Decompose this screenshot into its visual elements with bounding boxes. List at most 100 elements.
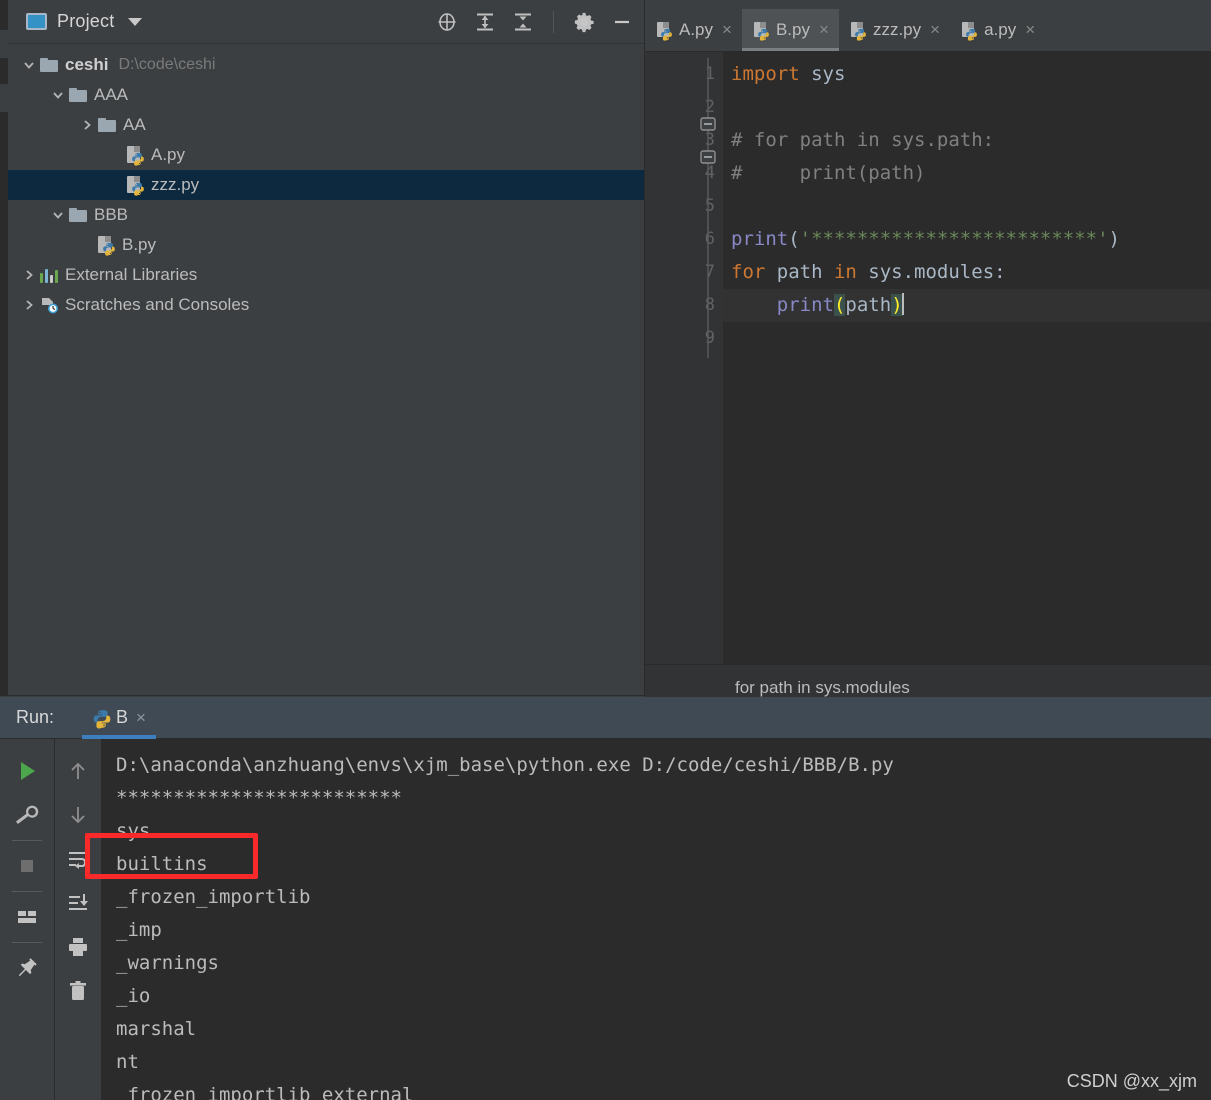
- tree-item-scratches-and-consoles[interactable]: Scratches and Consoles: [8, 290, 644, 320]
- console-line: sys: [116, 820, 151, 842]
- console-line: marshal: [116, 1018, 197, 1040]
- scroll-to-end-button[interactable]: [58, 881, 98, 925]
- chevron-right-icon[interactable]: [18, 294, 40, 316]
- watermark: CSDN @xx_xjm: [1066, 1071, 1197, 1091]
- fold-collapse-icon: [700, 117, 716, 131]
- console-line: _frozen_importlib_external: [116, 1084, 414, 1100]
- python-file-icon: [657, 21, 673, 41]
- console-line: *************************: [116, 787, 402, 809]
- stop-button[interactable]: [7, 844, 47, 888]
- close-icon[interactable]: ×: [1025, 20, 1035, 40]
- tree-item-ceshi[interactable]: ceshi D:\code\ceshi: [8, 50, 644, 80]
- project-window-icon: [26, 13, 47, 30]
- python-file-icon: [127, 145, 145, 166]
- layout-button[interactable]: [7, 895, 47, 939]
- console-line: _io: [116, 985, 151, 1007]
- close-icon[interactable]: ×: [136, 708, 146, 728]
- toolbar-divider: [12, 840, 42, 841]
- editor-area: A.py × B.py × zzz.py × a.py × 1 2 3 4 5 6 7 8 9: [645, 0, 1211, 710]
- run-tab-B[interactable]: B ×: [80, 697, 158, 739]
- left-tool-strip: [0, 0, 8, 696]
- tree-item-bbb[interactable]: BBB: [8, 200, 644, 230]
- editor-tab-A-py[interactable]: A.py ×: [645, 9, 742, 51]
- project-tree[interactable]: ceshi D:\code\ceshi AAA AA A.py zzz.py BBB B.py…: [8, 44, 644, 320]
- editor-tab-B-py[interactable]: B.py ×: [741, 9, 839, 51]
- tree-item-b-py[interactable]: B.py: [8, 230, 644, 260]
- tree-item-label: External Libraries: [65, 265, 198, 284]
- chevron-down-icon[interactable]: [47, 84, 69, 106]
- down-stack-trace-button[interactable]: [58, 793, 98, 837]
- left-strip-notch-bottom: [0, 84, 8, 112]
- editor-tab-label: zzz.py: [872, 20, 922, 39]
- tree-item-a-py[interactable]: A.py: [8, 140, 644, 170]
- clear-all-button[interactable]: [58, 969, 98, 1013]
- tree-item-external-libraries[interactable]: External Libraries: [8, 260, 644, 290]
- code-line: print('*************************'): [731, 228, 1120, 250]
- folder-icon: [40, 58, 58, 72]
- chevron-right-icon[interactable]: [76, 114, 98, 136]
- console-line-highlighted: builtins: [116, 853, 208, 875]
- console-line: D:\anaconda\anzhuang\envs\xjm_base\pytho…: [116, 754, 894, 776]
- expand-all-icon[interactable]: [473, 10, 497, 34]
- close-icon[interactable]: ×: [722, 20, 732, 40]
- tree-item-label: B.py: [122, 235, 157, 254]
- console-output[interactable]: D:\anaconda\anzhuang\envs\xjm_base\pytho…: [102, 739, 1211, 1100]
- run-tab-label: B: [116, 707, 129, 727]
- project-panel-title: Project: [57, 11, 115, 31]
- project-tool-window: Project ceshi D:\code\ceshi AAA AA A.py …: [8, 0, 645, 696]
- code-line-current: print(path): [723, 289, 1211, 322]
- tree-item-aa[interactable]: AA: [8, 110, 644, 140]
- python-file-icon: [962, 21, 978, 41]
- toolbar-divider: [12, 942, 42, 943]
- project-panel-toolbar: [435, 0, 634, 44]
- pin-tab-button[interactable]: [7, 946, 47, 990]
- run-panel-body: D:\anaconda\anzhuang\envs\xjm_base\pytho…: [0, 739, 1211, 1100]
- editor-gutter: 1 2 3 4 5 6 7 8 9: [645, 52, 723, 664]
- edit-configurations-button[interactable]: [7, 793, 47, 837]
- code-text[interactable]: import sys # for path in sys.path: # pri…: [723, 52, 1211, 664]
- console-line: _imp: [116, 919, 162, 941]
- code-line: # for path in sys.path:: [731, 129, 995, 151]
- collapse-all-icon[interactable]: [511, 10, 535, 34]
- editor-tab-a-py[interactable]: a.py ×: [950, 9, 1045, 51]
- print-button[interactable]: [58, 925, 98, 969]
- run-panel-header: Run: B ×: [0, 697, 1211, 739]
- python-file-icon: [850, 21, 867, 41]
- locate-icon[interactable]: [435, 10, 459, 34]
- scratches-icon: [40, 296, 59, 314]
- chevron-down-icon[interactable]: [128, 17, 143, 26]
- tree-item-label: AAA: [94, 85, 129, 104]
- tree-item-label: A.py: [151, 145, 186, 164]
- soft-wrap-button[interactable]: [58, 837, 98, 881]
- console-line: nt: [116, 1051, 139, 1073]
- run-side-toolbar-secondary: [55, 739, 102, 1100]
- fold-gutter[interactable]: [697, 58, 719, 363]
- run-tool-window: Run: B × D:\anaconda\anzhuang\envs\xjm_b…: [0, 697, 1211, 1100]
- editor-tab-bar: A.py × B.py × zzz.py × a.py ×: [645, 0, 1211, 52]
- code-editor[interactable]: 1 2 3 4 5 6 7 8 9 import sys # for path …: [645, 52, 1211, 664]
- code-line: # print(path): [731, 162, 926, 184]
- fold-end-icon: [700, 150, 716, 164]
- chevron-down-icon[interactable]: [18, 54, 40, 76]
- python-file-icon: [127, 175, 145, 196]
- folder-icon: [69, 88, 87, 102]
- editor-tab-zzz-py[interactable]: zzz.py ×: [839, 9, 950, 51]
- close-icon[interactable]: ×: [819, 20, 829, 40]
- rerun-button[interactable]: [7, 749, 47, 793]
- chevron-right-icon[interactable]: [18, 264, 40, 286]
- left-strip-notch-top: [0, 30, 8, 58]
- chevron-down-icon[interactable]: [47, 204, 69, 226]
- editor-tab-label: a.py: [984, 20, 1017, 39]
- close-icon[interactable]: ×: [930, 20, 940, 40]
- up-stack-trace-button[interactable]: [58, 749, 98, 793]
- tree-item-label: BBB: [94, 205, 129, 224]
- tree-item-path: D:\code\ceshi: [118, 56, 216, 73]
- settings-gear-icon[interactable]: [572, 10, 596, 34]
- tree-item-label: zzz.py: [151, 175, 200, 194]
- tree-item-zzz-py[interactable]: zzz.py: [8, 170, 644, 200]
- tree-item-label: ceshi: [65, 55, 109, 74]
- hide-panel-icon[interactable]: [610, 10, 634, 34]
- tree-item-aaa[interactable]: AAA: [8, 80, 644, 110]
- python-file-icon: [98, 235, 116, 256]
